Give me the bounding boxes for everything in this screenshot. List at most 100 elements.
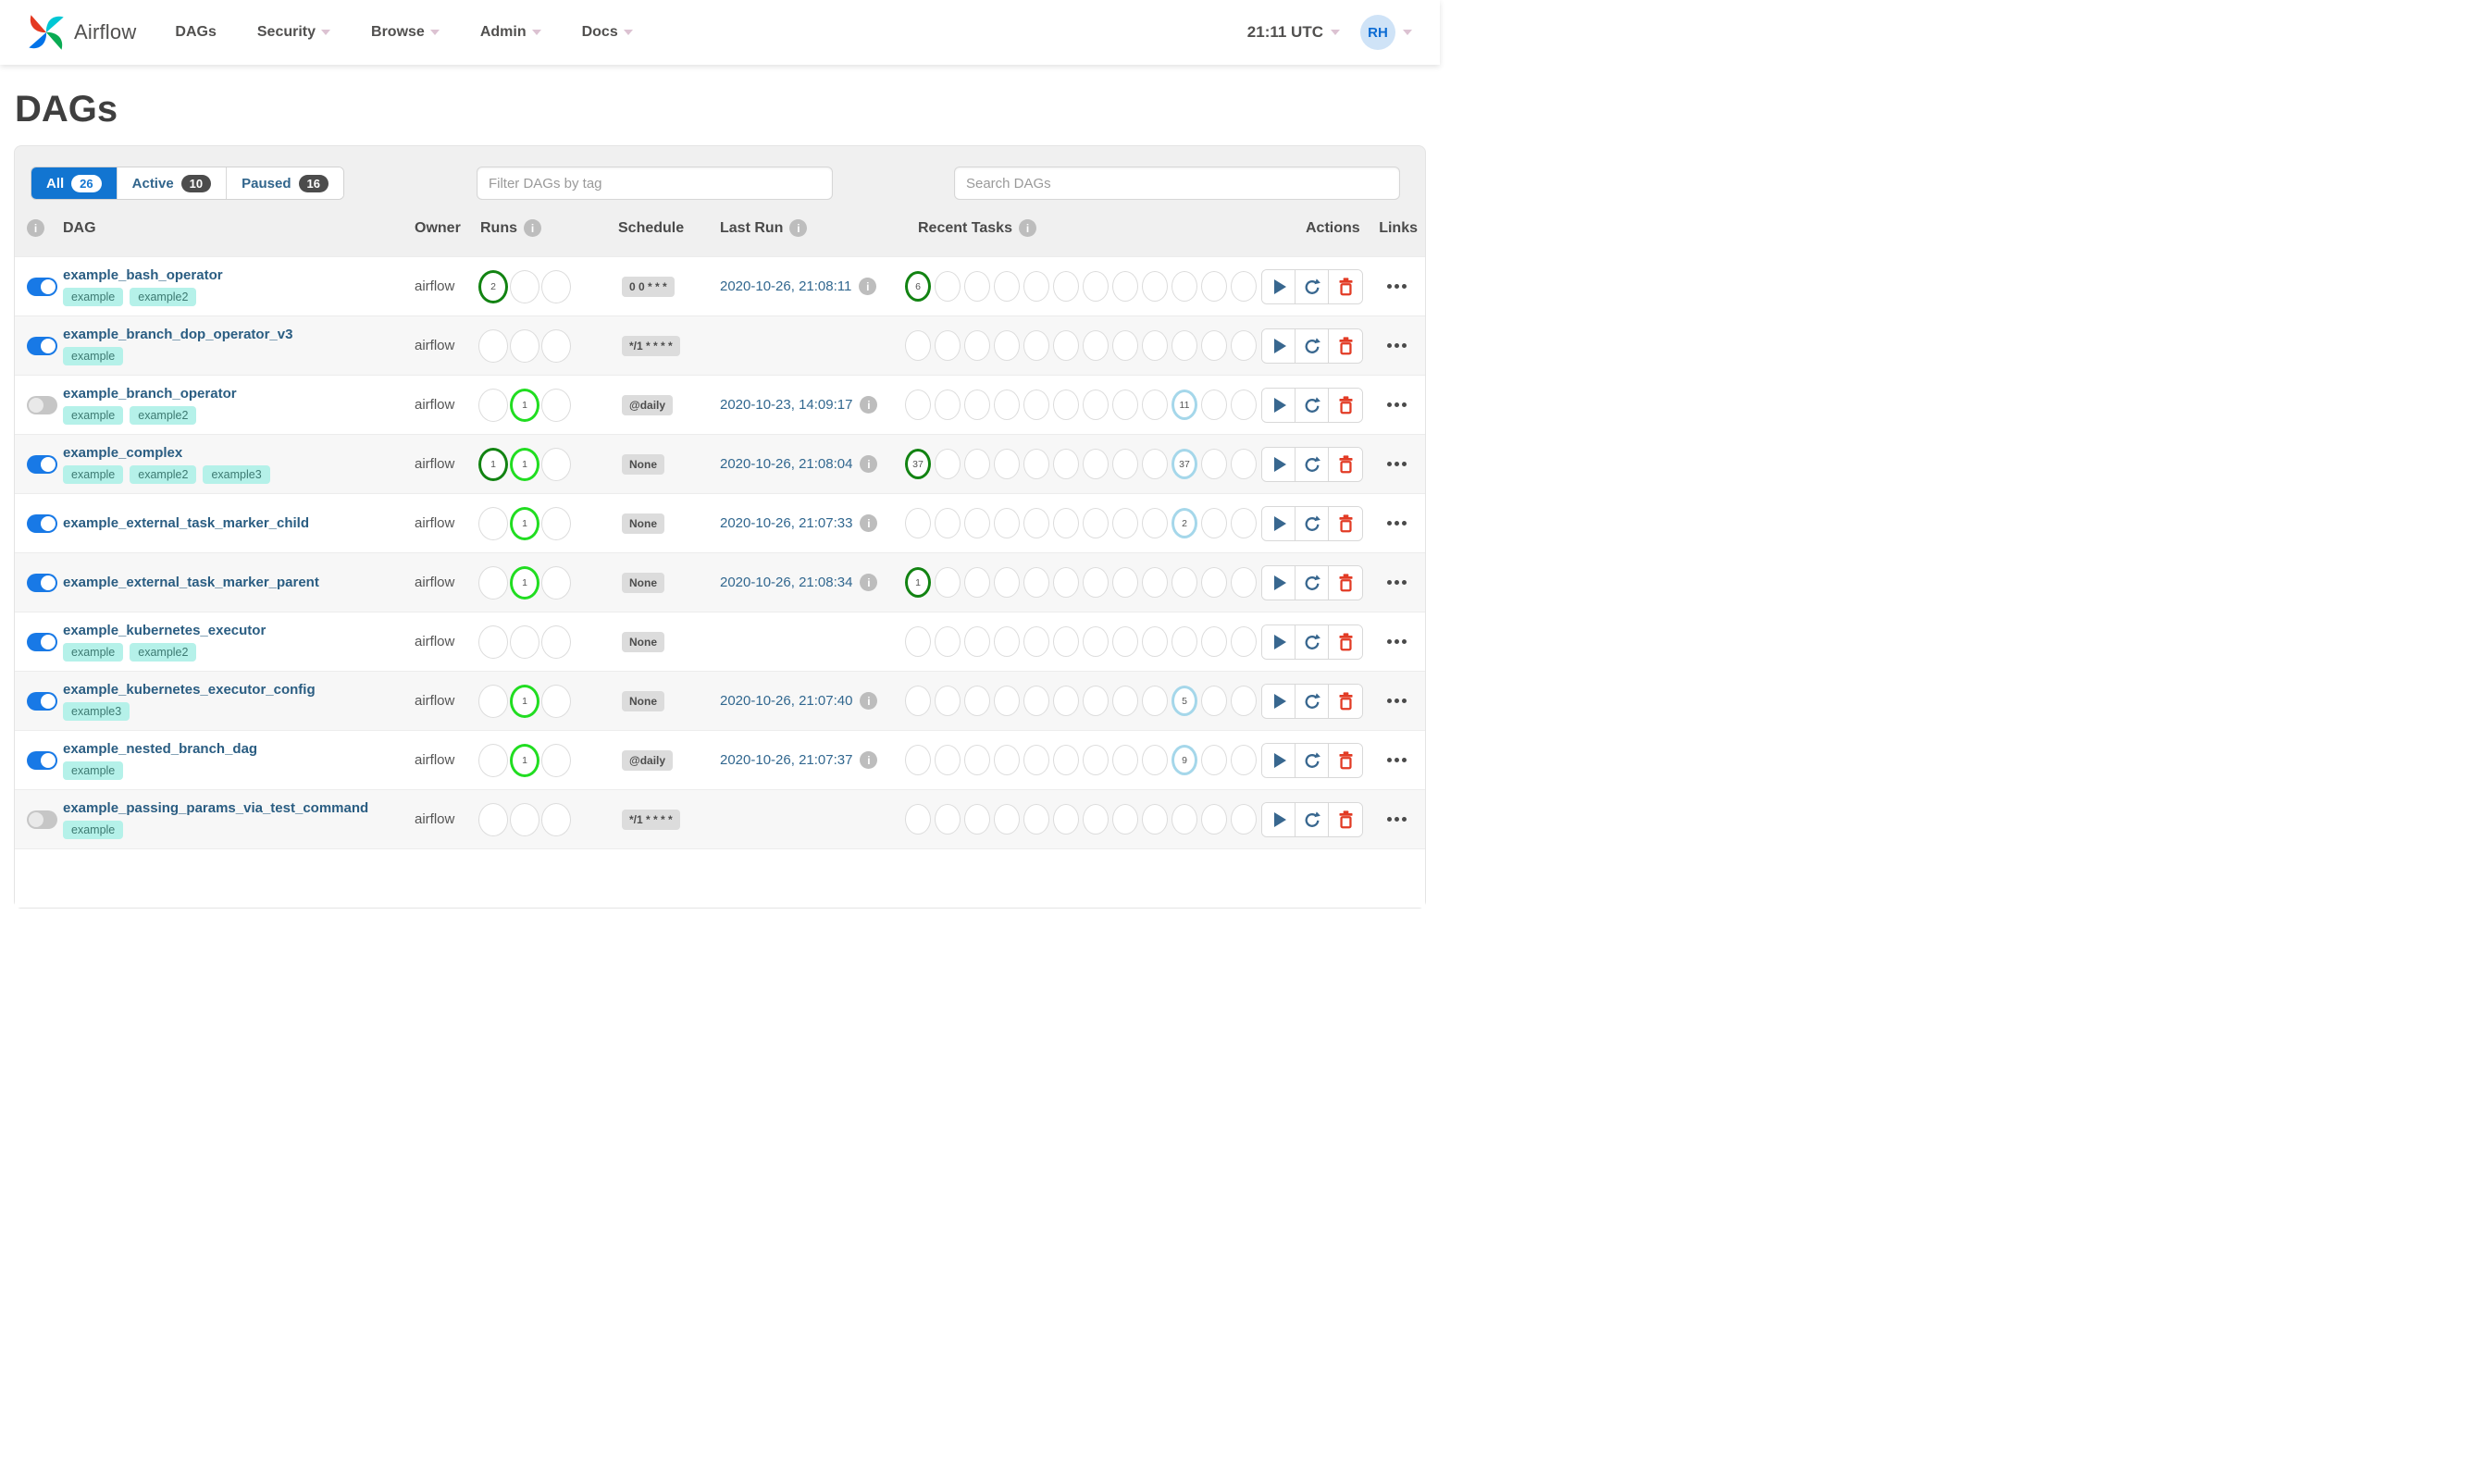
recent-task-circle[interactable] — [994, 508, 1020, 538]
recent-task-circle-success[interactable]: 1 — [905, 567, 931, 598]
recent-task-circle[interactable] — [905, 745, 931, 775]
recent-task-circle[interactable] — [994, 271, 1020, 302]
nav-item-dags[interactable]: DAGs — [175, 24, 216, 41]
run-status-circle-failed[interactable] — [541, 625, 571, 659]
delete-dag-button[interactable] — [1329, 506, 1362, 540]
recent-task-circle[interactable] — [1053, 508, 1079, 538]
recent-task-circle[interactable] — [1112, 804, 1138, 835]
run-status-circle-failed[interactable] — [541, 565, 571, 600]
recent-task-circle[interactable] — [905, 330, 931, 361]
recent-task-circle[interactable] — [1053, 567, 1079, 598]
trigger-dag-button[interactable] — [1262, 625, 1295, 659]
pause-toggle[interactable] — [27, 454, 57, 474]
run-status-circle-failed[interactable] — [541, 743, 571, 777]
schedule-badge[interactable]: None — [622, 690, 664, 711]
recent-task-circle[interactable] — [964, 686, 990, 716]
pause-toggle[interactable] — [27, 632, 57, 651]
last-run-link[interactable]: 2020-10-26, 21:08:34 — [720, 575, 852, 590]
recent-task-circle[interactable] — [1142, 449, 1168, 479]
recent-task-circle[interactable] — [1231, 804, 1257, 835]
recent-task-circle[interactable] — [994, 745, 1020, 775]
pause-toggle[interactable] — [27, 691, 57, 711]
recent-task-circle[interactable] — [964, 508, 990, 538]
recent-task-circle[interactable] — [1023, 567, 1049, 598]
recent-task-circle[interactable] — [1201, 271, 1227, 302]
nav-item-docs[interactable]: Docs — [582, 24, 633, 41]
recent-task-circle[interactable] — [1053, 686, 1079, 716]
run-status-circle-failed[interactable] — [541, 388, 571, 422]
tab-all[interactable]: All 26 — [31, 167, 118, 199]
run-status-circle-running[interactable] — [510, 269, 539, 303]
tag-badge[interactable]: example — [63, 761, 124, 780]
recent-task-circle[interactable] — [1231, 567, 1257, 598]
last-run-link[interactable]: 2020-10-26, 21:07:40 — [720, 693, 852, 709]
run-status-circle-success[interactable] — [478, 802, 508, 836]
recent-task-circle[interactable] — [1053, 745, 1079, 775]
recent-task-circle[interactable] — [1172, 330, 1197, 361]
delete-dag-button[interactable] — [1329, 447, 1362, 481]
recent-task-circle[interactable] — [1023, 745, 1049, 775]
links-ellipsis[interactable] — [1385, 693, 1408, 709]
refresh-dag-button[interactable] — [1295, 269, 1329, 303]
tag-badge[interactable]: example2 — [130, 464, 197, 484]
recent-task-circle[interactable] — [1201, 804, 1227, 835]
run-status-circle-success[interactable] — [478, 328, 508, 363]
links-ellipsis[interactable] — [1385, 634, 1408, 649]
recent-task-circle[interactable] — [935, 330, 961, 361]
recent-task-circle[interactable] — [1083, 271, 1109, 302]
recent-task-circle[interactable] — [1231, 390, 1257, 420]
refresh-dag-button[interactable] — [1295, 684, 1329, 718]
links-ellipsis[interactable] — [1385, 811, 1408, 827]
recent-task-circle[interactable] — [935, 745, 961, 775]
tag-filter-input[interactable] — [476, 167, 833, 200]
pause-toggle[interactable] — [27, 750, 57, 770]
recent-task-circle[interactable] — [964, 567, 990, 598]
recent-task-circle[interactable] — [1142, 271, 1168, 302]
tab-paused[interactable]: Paused 16 — [227, 167, 343, 199]
recent-task-circle[interactable] — [1172, 804, 1197, 835]
delete-dag-button[interactable] — [1329, 625, 1362, 659]
schedule-badge[interactable]: */1 * * * * — [622, 809, 680, 830]
recent-task-circle[interactable] — [935, 508, 961, 538]
recent-task-circle[interactable] — [1201, 745, 1227, 775]
run-status-circle-success[interactable] — [478, 743, 508, 777]
recent-task-circle[interactable] — [964, 449, 990, 479]
recent-task-circle[interactable] — [1023, 330, 1049, 361]
recent-task-circle[interactable] — [1083, 330, 1109, 361]
pause-toggle[interactable] — [27, 810, 57, 829]
tag-badge[interactable]: example — [63, 820, 124, 839]
recent-task-circle[interactable] — [994, 626, 1020, 657]
recent-task-circle-success[interactable]: 37 — [905, 449, 931, 479]
run-status-circle-running[interactable]: 1 — [510, 743, 539, 777]
recent-task-circle[interactable] — [994, 686, 1020, 716]
recent-task-circle[interactable] — [1112, 626, 1138, 657]
delete-dag-button[interactable] — [1329, 565, 1362, 600]
dag-name-link[interactable]: example_bash_operator — [63, 267, 413, 283]
recent-task-circle[interactable] — [1053, 804, 1079, 835]
recent-task-circle[interactable] — [1201, 449, 1227, 479]
schedule-badge[interactable]: @daily — [622, 394, 674, 415]
recent-task-circle[interactable] — [1053, 390, 1079, 420]
schedule-badge[interactable]: @daily — [622, 749, 674, 771]
recent-task-circle[interactable] — [994, 804, 1020, 835]
recent-task-circle[interactable] — [1112, 271, 1138, 302]
recent-task-circle[interactable] — [1201, 330, 1227, 361]
links-ellipsis[interactable] — [1385, 397, 1408, 413]
run-status-circle-failed[interactable] — [541, 328, 571, 363]
recent-task-circle[interactable] — [1112, 508, 1138, 538]
recent-task-circle[interactable] — [1231, 626, 1257, 657]
recent-task-circle[interactable] — [1142, 686, 1168, 716]
run-status-circle-running[interactable]: 1 — [510, 684, 539, 718]
search-dags-input[interactable] — [953, 167, 1400, 200]
recent-task-circle[interactable] — [1231, 508, 1257, 538]
recent-task-circle[interactable] — [964, 330, 990, 361]
recent-task-circle[interactable] — [1142, 330, 1168, 361]
run-status-circle-success[interactable] — [478, 625, 508, 659]
recent-task-circle[interactable] — [1231, 449, 1257, 479]
links-ellipsis[interactable] — [1385, 338, 1408, 353]
links-ellipsis[interactable] — [1385, 515, 1408, 531]
schedule-badge[interactable]: None — [622, 631, 664, 652]
last-run-link[interactable]: 2020-10-26, 21:08:04 — [720, 456, 852, 472]
recent-task-circle-none[interactable]: 9 — [1172, 745, 1197, 775]
recent-task-circle[interactable] — [935, 390, 961, 420]
